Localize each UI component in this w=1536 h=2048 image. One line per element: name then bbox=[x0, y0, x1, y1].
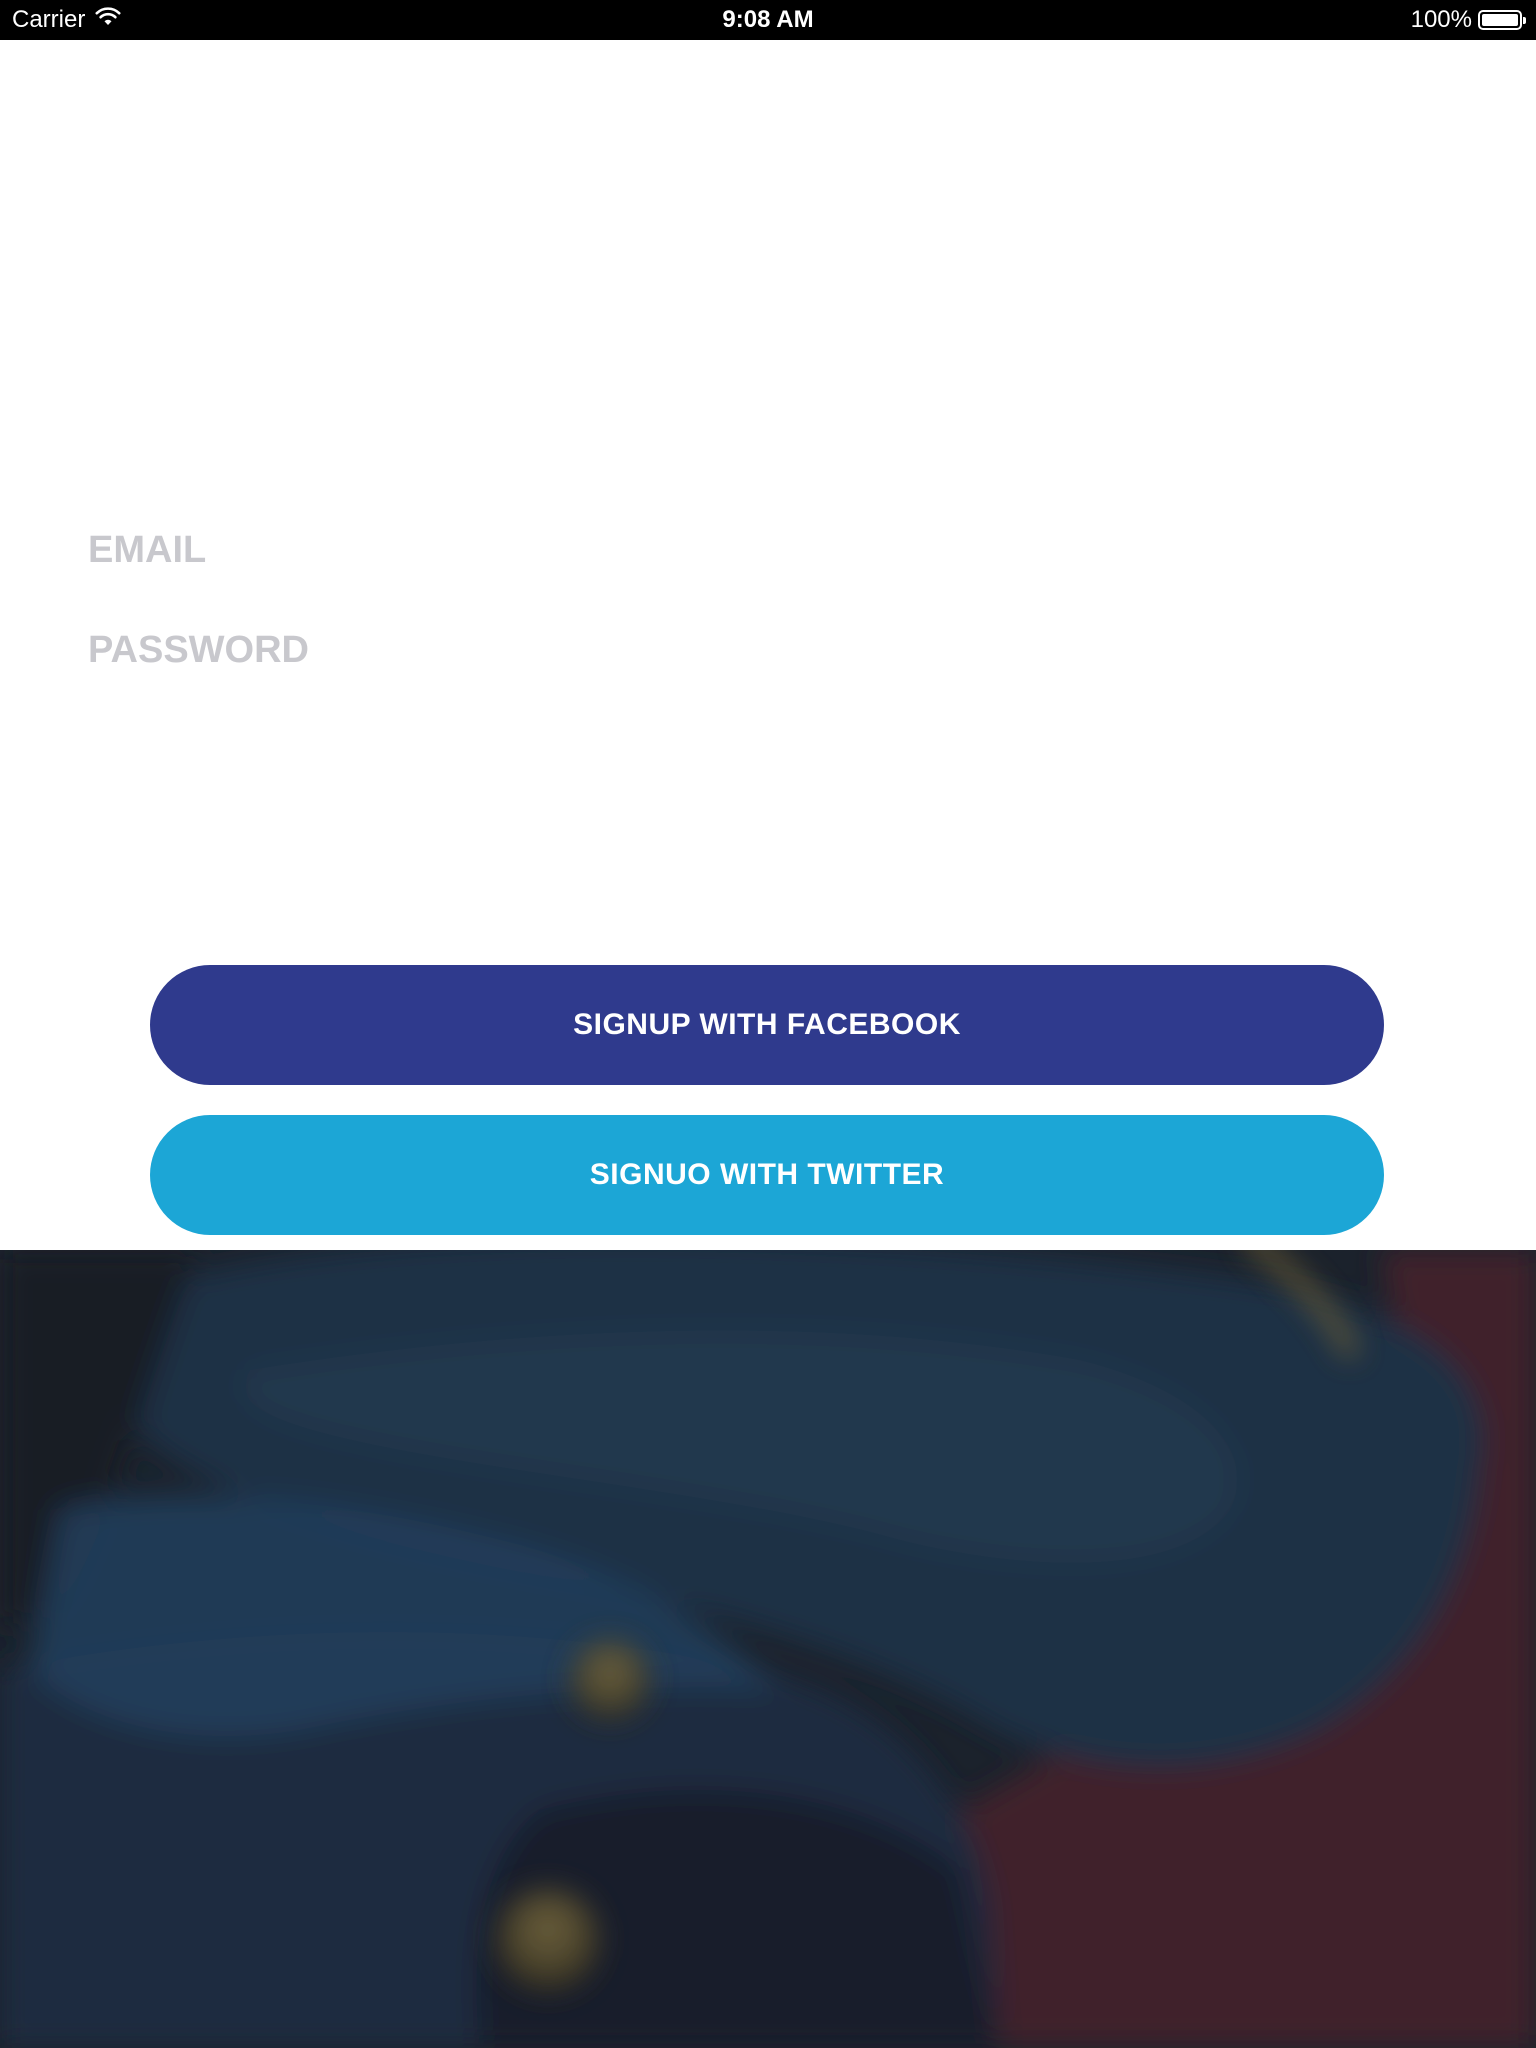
battery-fill bbox=[1482, 14, 1518, 26]
status-time: 9:08 AM bbox=[722, 6, 814, 33]
background-photo bbox=[0, 1250, 1536, 2048]
battery-icon bbox=[1478, 10, 1526, 30]
battery-percent: 100% bbox=[1410, 6, 1472, 33]
signup-facebook-button[interactable]: SIGNUP WITH FACEBOOK bbox=[150, 965, 1384, 1085]
status-right: 100% bbox=[1410, 0, 1526, 40]
login-screen: Carrier 9:08 AM 100% SIGNUP WITH FACEBOO… bbox=[0, 0, 1536, 2048]
signup-twitter-button[interactable]: SIGNUO WITH TWITTER bbox=[150, 1115, 1384, 1235]
password-field[interactable] bbox=[88, 620, 1448, 680]
status-bar: Carrier 9:08 AM 100% bbox=[0, 0, 1536, 40]
battery-nub bbox=[1523, 17, 1526, 24]
email-field[interactable] bbox=[88, 520, 1448, 580]
